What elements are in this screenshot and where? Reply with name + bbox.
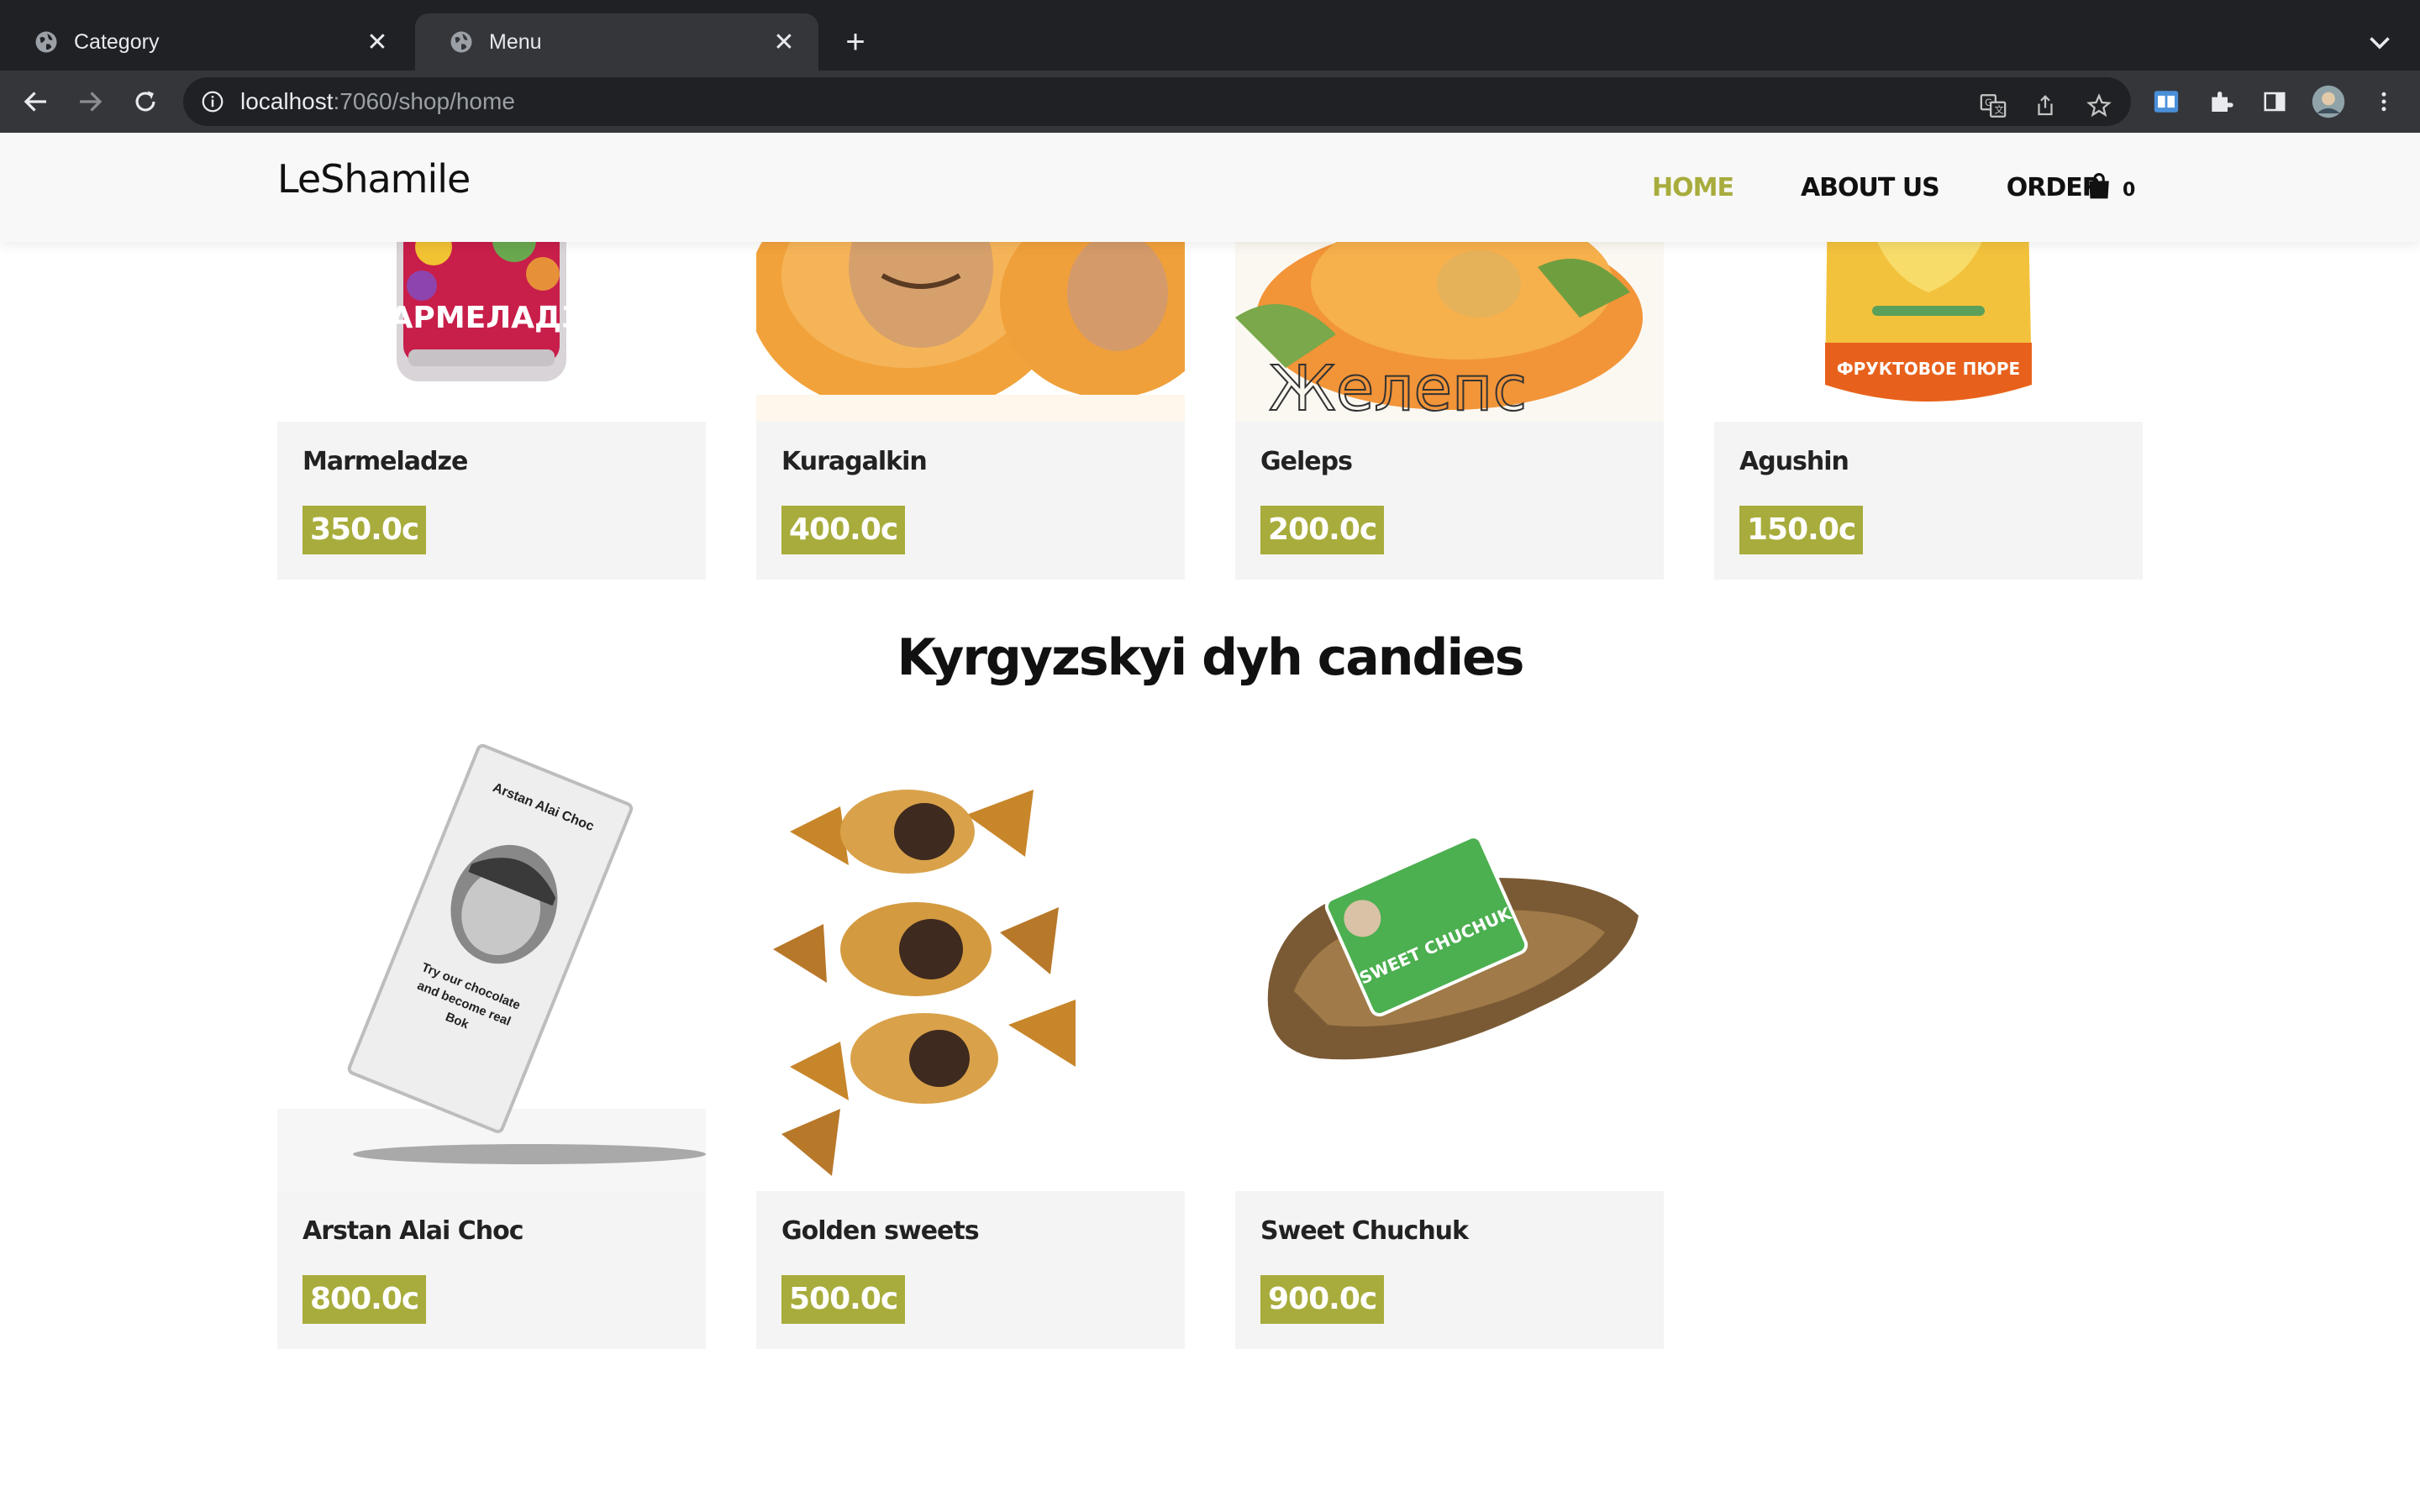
- product-price: 200.0c: [1260, 506, 1385, 554]
- product-info: Arstan Alai Choc 800.0c: [277, 1191, 706, 1349]
- product-name[interactable]: Arstan Alai Choc: [302, 1216, 523, 1246]
- share-icon[interactable]: [2028, 89, 2062, 123]
- product-price: 150.0c: [1739, 506, 1864, 554]
- product-card[interactable]: SWEET CHUCHUK Sweet Chuchuk 900.0c: [1235, 739, 1664, 1349]
- cart-button[interactable]: 0: [2086, 171, 2135, 201]
- arrow-left-icon: [24, 92, 46, 112]
- product-info: Marmeladze 350.0c: [277, 422, 706, 580]
- site-logo[interactable]: LeShamile: [277, 156, 471, 202]
- side-panel-icon[interactable]: [2255, 82, 2294, 121]
- product-name[interactable]: Geleps: [1260, 447, 1353, 476]
- profile-avatar[interactable]: [2309, 82, 2348, 121]
- product-image-text: ФРУКТОВОЕ ПЮРЕ: [1837, 359, 2020, 379]
- translate-icon[interactable]: G文: [1976, 89, 2010, 123]
- svg-text:文: 文: [1994, 104, 2003, 116]
- globe-icon: [35, 31, 57, 53]
- product-price: 400.0c: [781, 506, 906, 554]
- product-name[interactable]: Marmeladze: [302, 447, 468, 476]
- tab-title: Menu: [489, 29, 542, 54]
- product-info: Golden sweets 500.0c: [756, 1191, 1185, 1349]
- product-info: Agushin 150.0c: [1714, 422, 2143, 580]
- url-host: localhost: [240, 88, 334, 114]
- shopping-bag-icon: [2089, 172, 2109, 198]
- arrow-right-icon: [80, 92, 103, 112]
- product-price: 900.0c: [1260, 1275, 1385, 1324]
- browser-toolbar: localhost:7060/shop/home G文: [0, 71, 2420, 133]
- extensions-puzzle-icon[interactable]: [2202, 82, 2240, 121]
- tab-title: Category: [74, 29, 160, 54]
- product-price: 500.0c: [781, 1275, 906, 1324]
- product-info: Kuragalkin 400.0c: [756, 422, 1185, 580]
- product-price: 350.0c: [302, 506, 427, 554]
- product-card[interactable]: Golden sweets 500.0c: [756, 739, 1185, 1349]
- main-nav: HOME ABOUT US ORDER: [1652, 173, 2102, 202]
- url-path: :7060/shop/home: [333, 88, 515, 114]
- chevron-down-icon[interactable]: [2365, 27, 2395, 57]
- product-image[interactable]: SWEET CHUCHUK: [1235, 739, 1664, 1191]
- cart-count: 0: [2123, 180, 2136, 201]
- product-image[interactable]: Arstan Alai Choc Try our chocolate and b…: [277, 739, 706, 1191]
- info-icon[interactable]: [200, 89, 225, 114]
- more-menu-icon[interactable]: [2365, 82, 2403, 121]
- close-tab-icon[interactable]: ✕: [363, 28, 392, 56]
- site-header: LeShamile HOME ABOUT US ORDER 0: [0, 133, 2420, 242]
- reload-icon: [135, 91, 155, 112]
- browser-tab-category[interactable]: Category ✕: [0, 13, 412, 71]
- section-title: Kyrgyzskyi dyh candies: [897, 628, 1525, 687]
- product-name[interactable]: Kuragalkin: [781, 447, 928, 476]
- product-card[interactable]: Arstan Alai Choc Try our chocolate and b…: [277, 739, 706, 1349]
- forward-button[interactable]: [71, 82, 109, 121]
- product-image-text: Желепс: [1269, 353, 1527, 422]
- extension-reader-icon[interactable]: [2147, 82, 2186, 121]
- product-info: Sweet Chuchuk 900.0c: [1235, 1191, 1664, 1349]
- globe-icon: [450, 31, 472, 53]
- reload-button[interactable]: [126, 82, 165, 121]
- nav-home[interactable]: HOME: [1652, 173, 1734, 202]
- svg-text:G: G: [1985, 97, 1992, 108]
- product-image[interactable]: [756, 739, 1185, 1191]
- product-price: 800.0c: [302, 1275, 427, 1324]
- browser-tab-strip: Category ✕ Menu ✕ +: [0, 0, 2420, 71]
- product-name[interactable]: Agushin: [1739, 447, 1849, 476]
- address-bar[interactable]: localhost:7060/shop/home G文: [183, 77, 2131, 126]
- page-viewport: МАРМЕЛАДЗЕ Marmeladze 350.0c Kuragalkin: [0, 133, 2420, 1512]
- bookmark-star-icon[interactable]: [2082, 89, 2116, 123]
- product-image-text: МАРМЕЛАДЗЕ: [360, 301, 603, 335]
- back-button[interactable]: [17, 82, 55, 121]
- product-name[interactable]: Sweet Chuchuk: [1260, 1216, 1469, 1246]
- nav-about-us[interactable]: ABOUT US: [1801, 173, 1940, 202]
- product-info: Geleps 200.0c: [1235, 422, 1664, 580]
- product-name[interactable]: Golden sweets: [781, 1216, 980, 1246]
- close-tab-icon[interactable]: ✕: [770, 28, 798, 56]
- browser-tab-menu[interactable]: Menu ✕: [415, 13, 818, 71]
- new-tab-button[interactable]: +: [837, 24, 874, 60]
